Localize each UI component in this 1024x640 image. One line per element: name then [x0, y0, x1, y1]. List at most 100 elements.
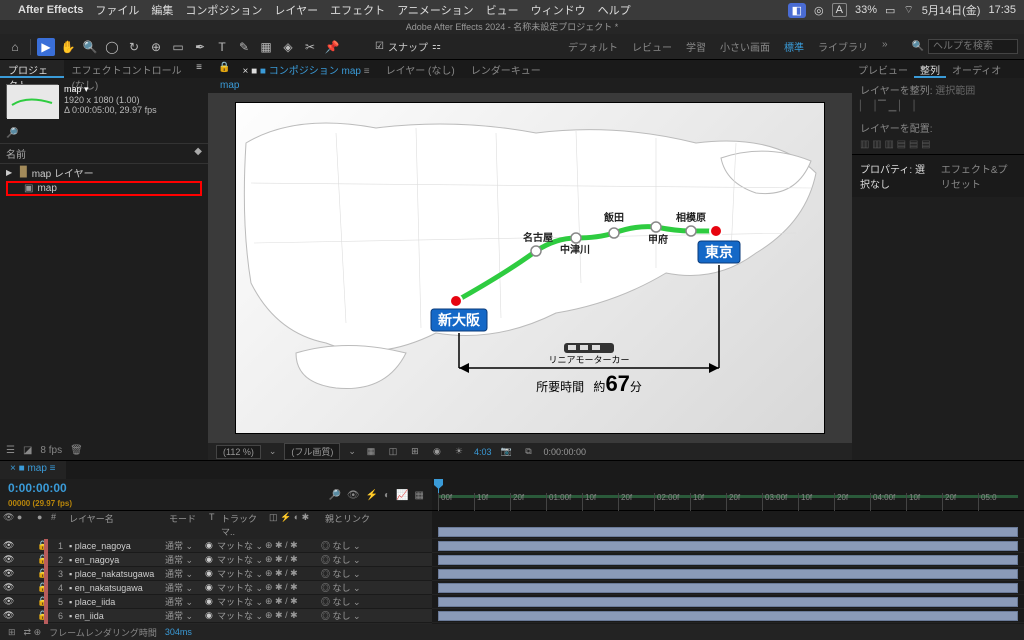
exposure-icon[interactable]: ☀: [452, 446, 466, 457]
menu-composition[interactable]: コンポジション: [185, 2, 262, 18]
puppet-tool[interactable]: 📌: [323, 38, 341, 56]
layer-bar[interactable]: [438, 583, 1018, 593]
timeline-timecode[interactable]: 0:00:00:00: [8, 481, 67, 495]
ws-library[interactable]: ライブラリ: [818, 39, 868, 54]
tab-properties[interactable]: プロパティ: 選択なし: [860, 161, 927, 191]
res-chevron[interactable]: ⌄: [348, 446, 356, 457]
comp-canvas[interactable]: 名古屋 中津川 飯田 甲府 相模原 新大阪 東京: [236, 103, 824, 433]
layer-row[interactable]: 👁 🔒 5 ▪ place_iida 通常 ⌄ ◉ マットな ⌄ ⊕ ✱ / ✱…: [0, 595, 432, 609]
tab-effects-presets[interactable]: エフェクト&プリセット: [941, 161, 1016, 191]
tl-3d-icon[interactable]: ▦: [415, 490, 424, 501]
status-pill-icon[interactable]: ◧: [788, 3, 806, 18]
viewer-timecode[interactable]: 0:00:00:00: [543, 447, 586, 457]
orbit-tool[interactable]: ◯: [103, 38, 121, 56]
a11y-icon[interactable]: A: [832, 3, 847, 17]
ws-more-icon[interactable]: »: [882, 39, 888, 54]
project-items-list[interactable]: ▶ ▉ map レイヤー ▣ map: [0, 164, 208, 196]
tl-toggle-icon[interactable]: ⊞: [8, 627, 16, 638]
menu-animation[interactable]: アニメーション: [397, 2, 474, 18]
tab-align[interactable]: 整列: [914, 60, 946, 78]
tl-mb-icon[interactable]: ◐: [384, 490, 390, 501]
tl-fx-icon[interactable]: ⚡: [366, 490, 378, 501]
clone-tool[interactable]: ▦: [257, 38, 275, 56]
channel-icon[interactable]: ◉: [430, 446, 444, 457]
interpret-icon[interactable]: ☰: [6, 445, 15, 456]
comp-thumbnail[interactable]: [6, 84, 58, 118]
menu-layer[interactable]: レイヤー: [274, 2, 318, 18]
col-layername[interactable]: レイヤー名: [66, 512, 166, 538]
exposure-value[interactable]: 4:03: [474, 447, 492, 457]
align-target-dropdown[interactable]: 選択範囲: [935, 86, 975, 97]
guides-icon[interactable]: ⊞: [408, 446, 422, 457]
tab-audio[interactable]: オーディオ: [946, 60, 1007, 78]
text-tool[interactable]: T: [213, 38, 231, 56]
resolution-dropdown[interactable]: (フル画質): [284, 443, 340, 460]
ws-default[interactable]: デフォルト: [568, 39, 618, 54]
tab-preview[interactable]: プレビュー: [852, 60, 914, 78]
timeline-bars[interactable]: [432, 511, 1024, 624]
timeline-ruler[interactable]: 00f10f20f01:00f10f20f02:00f10f20f03:00f1…: [432, 479, 1024, 510]
lock-icon[interactable]: 🔒: [214, 60, 234, 78]
project-item-folder[interactable]: ▶ ▉ map レイヤー: [6, 164, 202, 181]
tab-effect-controls[interactable]: エフェクトコントロール (なし): [64, 60, 191, 78]
col-mode[interactable]: モード: [166, 512, 206, 538]
app-name[interactable]: After Effects: [18, 4, 83, 16]
tab-render-queue[interactable]: レンダーキュー: [463, 60, 549, 78]
layer-row[interactable]: 👁 🔒 1 ▪ place_nagoya 通常 ⌄ ◉ マットな ⌄ ⊕ ✱ /…: [0, 539, 432, 553]
menu-edit[interactable]: 編集: [151, 2, 173, 18]
snap-options-icon[interactable]: ⚏: [432, 41, 441, 52]
brush-tool[interactable]: ✎: [235, 38, 253, 56]
menu-effect[interactable]: エフェクト: [330, 2, 385, 18]
res-chevron[interactable]: ⌄: [269, 446, 277, 457]
ws-review[interactable]: レビュー: [632, 39, 672, 54]
ws-small[interactable]: 小さい画面: [720, 39, 770, 54]
comp-viewer[interactable]: 名古屋 中津川 飯田 甲府 相模原 新大阪 東京: [208, 93, 852, 443]
layer-bar[interactable]: [438, 555, 1018, 565]
preview-icon[interactable]: ⧉: [521, 446, 535, 457]
timeline-layers[interactable]: 👁 ● ● # レイヤー名 モード T トラックマ.. ◫ ⚡ ◐ ✱ 親とリン…: [0, 511, 432, 624]
menu-view[interactable]: ビュー: [486, 2, 519, 18]
pen-tool[interactable]: ✒: [191, 38, 209, 56]
roto-tool[interactable]: ✂: [301, 38, 319, 56]
project-search-icon[interactable]: 🔎: [6, 128, 18, 139]
comp-breadcrumb[interactable]: map: [220, 80, 239, 91]
zoom-dropdown[interactable]: (112 %): [216, 445, 261, 459]
snap-checkbox[interactable]: ☑: [375, 41, 384, 52]
tab-project[interactable]: プロジェクト: [0, 60, 64, 78]
align-buttons[interactable]: ▏▕ ▔ ▁ ▏▕: [860, 101, 1016, 112]
menu-help[interactable]: ヘルプ: [598, 2, 631, 18]
tl-graph-icon[interactable]: 📈: [396, 490, 408, 501]
rect-tool[interactable]: ▭: [169, 38, 187, 56]
layer-row[interactable]: 👁 🔒 6 ▪ en_iida 通常 ⌄ ◉ マットな ⌄ ⊕ ✱ / ✱ ◎ …: [0, 609, 432, 623]
rotate-tool[interactable]: ↻: [125, 38, 143, 56]
transparency-icon[interactable]: ▦: [364, 446, 378, 457]
col-name-header[interactable]: 名前: [6, 146, 194, 161]
cc-icon[interactable]: ◎: [814, 4, 824, 17]
eraser-tool[interactable]: ◈: [279, 38, 297, 56]
tl-switches-icon[interactable]: ⇄ ⊕: [24, 627, 42, 638]
hand-tool[interactable]: ✋: [59, 38, 77, 56]
menu-window[interactable]: ウィンドウ: [531, 2, 586, 18]
anchor-tool[interactable]: ⊕: [147, 38, 165, 56]
layer-bar[interactable]: [438, 569, 1018, 579]
ws-learn[interactable]: 学習: [686, 39, 706, 54]
layer-row[interactable]: 👁 🔒 2 ▪ en_nagoya 通常 ⌄ ◉ マットな ⌄ ⊕ ✱ / ✱ …: [0, 553, 432, 567]
timeline-tab[interactable]: × ■ map ≡: [0, 461, 66, 479]
col-tag-icon[interactable]: ◆: [194, 146, 202, 161]
help-search-input[interactable]: [928, 39, 1018, 54]
home-icon[interactable]: ⌂: [6, 38, 24, 56]
layer-bar[interactable]: [438, 597, 1018, 607]
tab-layer[interactable]: レイヤー (なし): [378, 60, 463, 78]
layer-bar[interactable]: [438, 611, 1018, 621]
selection-tool[interactable]: ▶: [37, 38, 55, 56]
trash-icon[interactable]: 🗑: [70, 445, 83, 456]
layer-row[interactable]: 👁 🔒 3 ▪ place_nakatsugawa 通常 ⌄ ◉ マットな ⌄ …: [0, 567, 432, 581]
wifi-icon[interactable]: ⌔: [903, 3, 913, 17]
proj-fps[interactable]: 8 fps: [40, 445, 62, 456]
mask-icon[interactable]: ◫: [386, 446, 400, 457]
panel-menu-icon[interactable]: ≡: [190, 60, 208, 78]
zoom-tool[interactable]: 🔍: [81, 38, 99, 56]
tl-search-icon[interactable]: 🔎: [328, 490, 340, 501]
col-trackmatte[interactable]: トラックマ..: [218, 512, 266, 538]
snapshot-icon[interactable]: 📷: [499, 446, 513, 457]
